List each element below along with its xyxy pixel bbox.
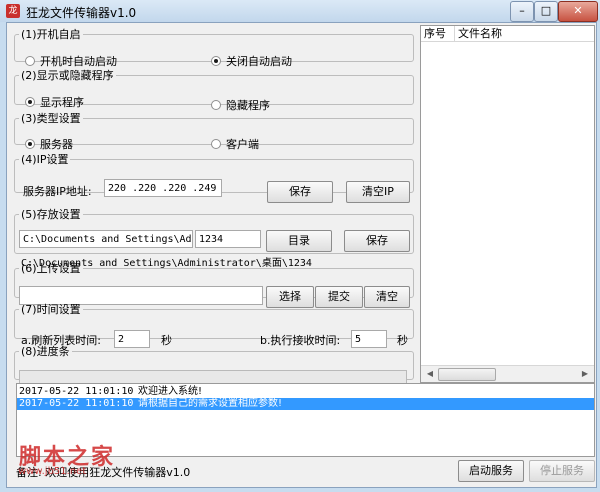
section-progress: (8)进度条 xyxy=(14,343,414,386)
minimize-button[interactable]: – xyxy=(510,1,534,22)
close-button[interactable]: ✕ xyxy=(558,1,598,22)
watermark-url: www.jb51.net xyxy=(18,466,87,477)
column-header-index[interactable]: 序号 xyxy=(421,26,455,42)
server-ip-label: 服务器IP地址: xyxy=(23,185,92,198)
file-list[interactable]: 序号 文件名称 ◀ ▶ xyxy=(420,25,595,383)
title-bar[interactable]: 龙 狂龙文件传输器v1.0 – □ ✕ xyxy=(0,0,600,22)
maximize-button[interactable]: □ xyxy=(534,1,558,22)
radio-client-label[interactable]: 客户端 xyxy=(226,136,259,152)
log-time: 2017-05-22 11:01:10 xyxy=(19,398,134,409)
storage-save-button[interactable]: 保存 xyxy=(344,230,410,252)
log-time: 2017-05-22 11:01:10 xyxy=(19,386,134,397)
section-progress-legend: (8)进度条 xyxy=(21,345,70,358)
section-storage: (5)存放设置 C:\Documents and Settings\Admini… xyxy=(14,206,414,269)
stop-service-button: 停止服务 xyxy=(529,460,595,482)
clear-ip-button[interactable]: 清空IP xyxy=(346,181,410,203)
section-timing: (7)时间设置 a.刷新列表时间: 2 秒 b.执行接收时间: 5 秒 xyxy=(14,301,414,348)
radio-auto-start[interactable] xyxy=(25,56,35,66)
log-message: 请根据自己的需求设置相应参数! xyxy=(138,398,283,409)
app-window: 龙 狂龙文件传输器v1.0 – □ ✕ (1)开机自启 开机时自动启动 关闭自动… xyxy=(0,0,600,492)
scroll-thumb[interactable] xyxy=(438,368,496,381)
ip-save-button[interactable]: 保存 xyxy=(267,181,333,203)
directory-button[interactable]: 目录 xyxy=(266,230,332,252)
section-type-legend: (3)类型设置 xyxy=(21,112,81,125)
section-ip-legend: (4)IP设置 xyxy=(21,153,69,166)
section-autostart-legend: (1)开机自启 xyxy=(21,28,81,41)
radio-server-label[interactable]: 服务器 xyxy=(40,136,73,152)
section-upload: (6)上传设置 选择 提交 清空 xyxy=(14,260,414,308)
radio-hide-program[interactable] xyxy=(211,100,221,110)
server-ip-input[interactable]: 220 .220 .220 .249 xyxy=(104,179,222,197)
section-timing-legend: (7)时间设置 xyxy=(21,303,81,316)
section-autostart: (1)开机自启 开机时自动启动 关闭自动启动 xyxy=(14,26,414,68)
radio-show-program-label[interactable]: 显示程序 xyxy=(40,94,84,110)
section-visibility-legend: (2)显示或隐藏程序 xyxy=(21,69,114,82)
section-type: (3)类型设置 服务器 客户端 xyxy=(14,110,414,151)
section-storage-legend: (5)存放设置 xyxy=(21,208,81,221)
log-row[interactable]: 2017-05-22 11:01:10 欢迎进入系统! xyxy=(17,386,594,398)
client-area: (1)开机自启 开机时自动启动 关闭自动启动 (2)显示或隐藏程序 显示程序 隐… xyxy=(6,22,597,488)
radio-no-auto-start[interactable] xyxy=(211,56,221,66)
section-ip: (4)IP设置 服务器IP地址: 220 .220 .220 .249 保存 清… xyxy=(14,151,414,203)
file-list-hscrollbar[interactable]: ◀ ▶ xyxy=(421,365,594,382)
start-service-button[interactable]: 启动服务 xyxy=(458,460,524,482)
storage-name-input[interactable]: 1234 xyxy=(195,230,261,248)
section-upload-legend: (6)上传设置 xyxy=(21,262,81,275)
log-row-selected[interactable]: 2017-05-22 11:01:10 请根据自己的需求设置相应参数! xyxy=(17,398,594,410)
section-visibility: (2)显示或隐藏程序 显示程序 隐藏程序 xyxy=(14,67,414,112)
log-message: 欢迎进入系统! xyxy=(138,386,203,397)
radio-client[interactable] xyxy=(211,139,221,149)
radio-show-program[interactable] xyxy=(25,97,35,107)
window-title: 狂龙文件传输器v1.0 xyxy=(26,6,137,20)
scroll-left-arrow-icon[interactable]: ◀ xyxy=(423,368,437,380)
storage-path-input[interactable]: C:\Documents and Settings\Admini xyxy=(19,230,193,248)
column-header-filename[interactable]: 文件名称 xyxy=(455,26,594,42)
app-icon: 龙 xyxy=(6,4,20,18)
scroll-right-arrow-icon[interactable]: ▶ xyxy=(578,368,592,380)
radio-server[interactable] xyxy=(25,139,35,149)
